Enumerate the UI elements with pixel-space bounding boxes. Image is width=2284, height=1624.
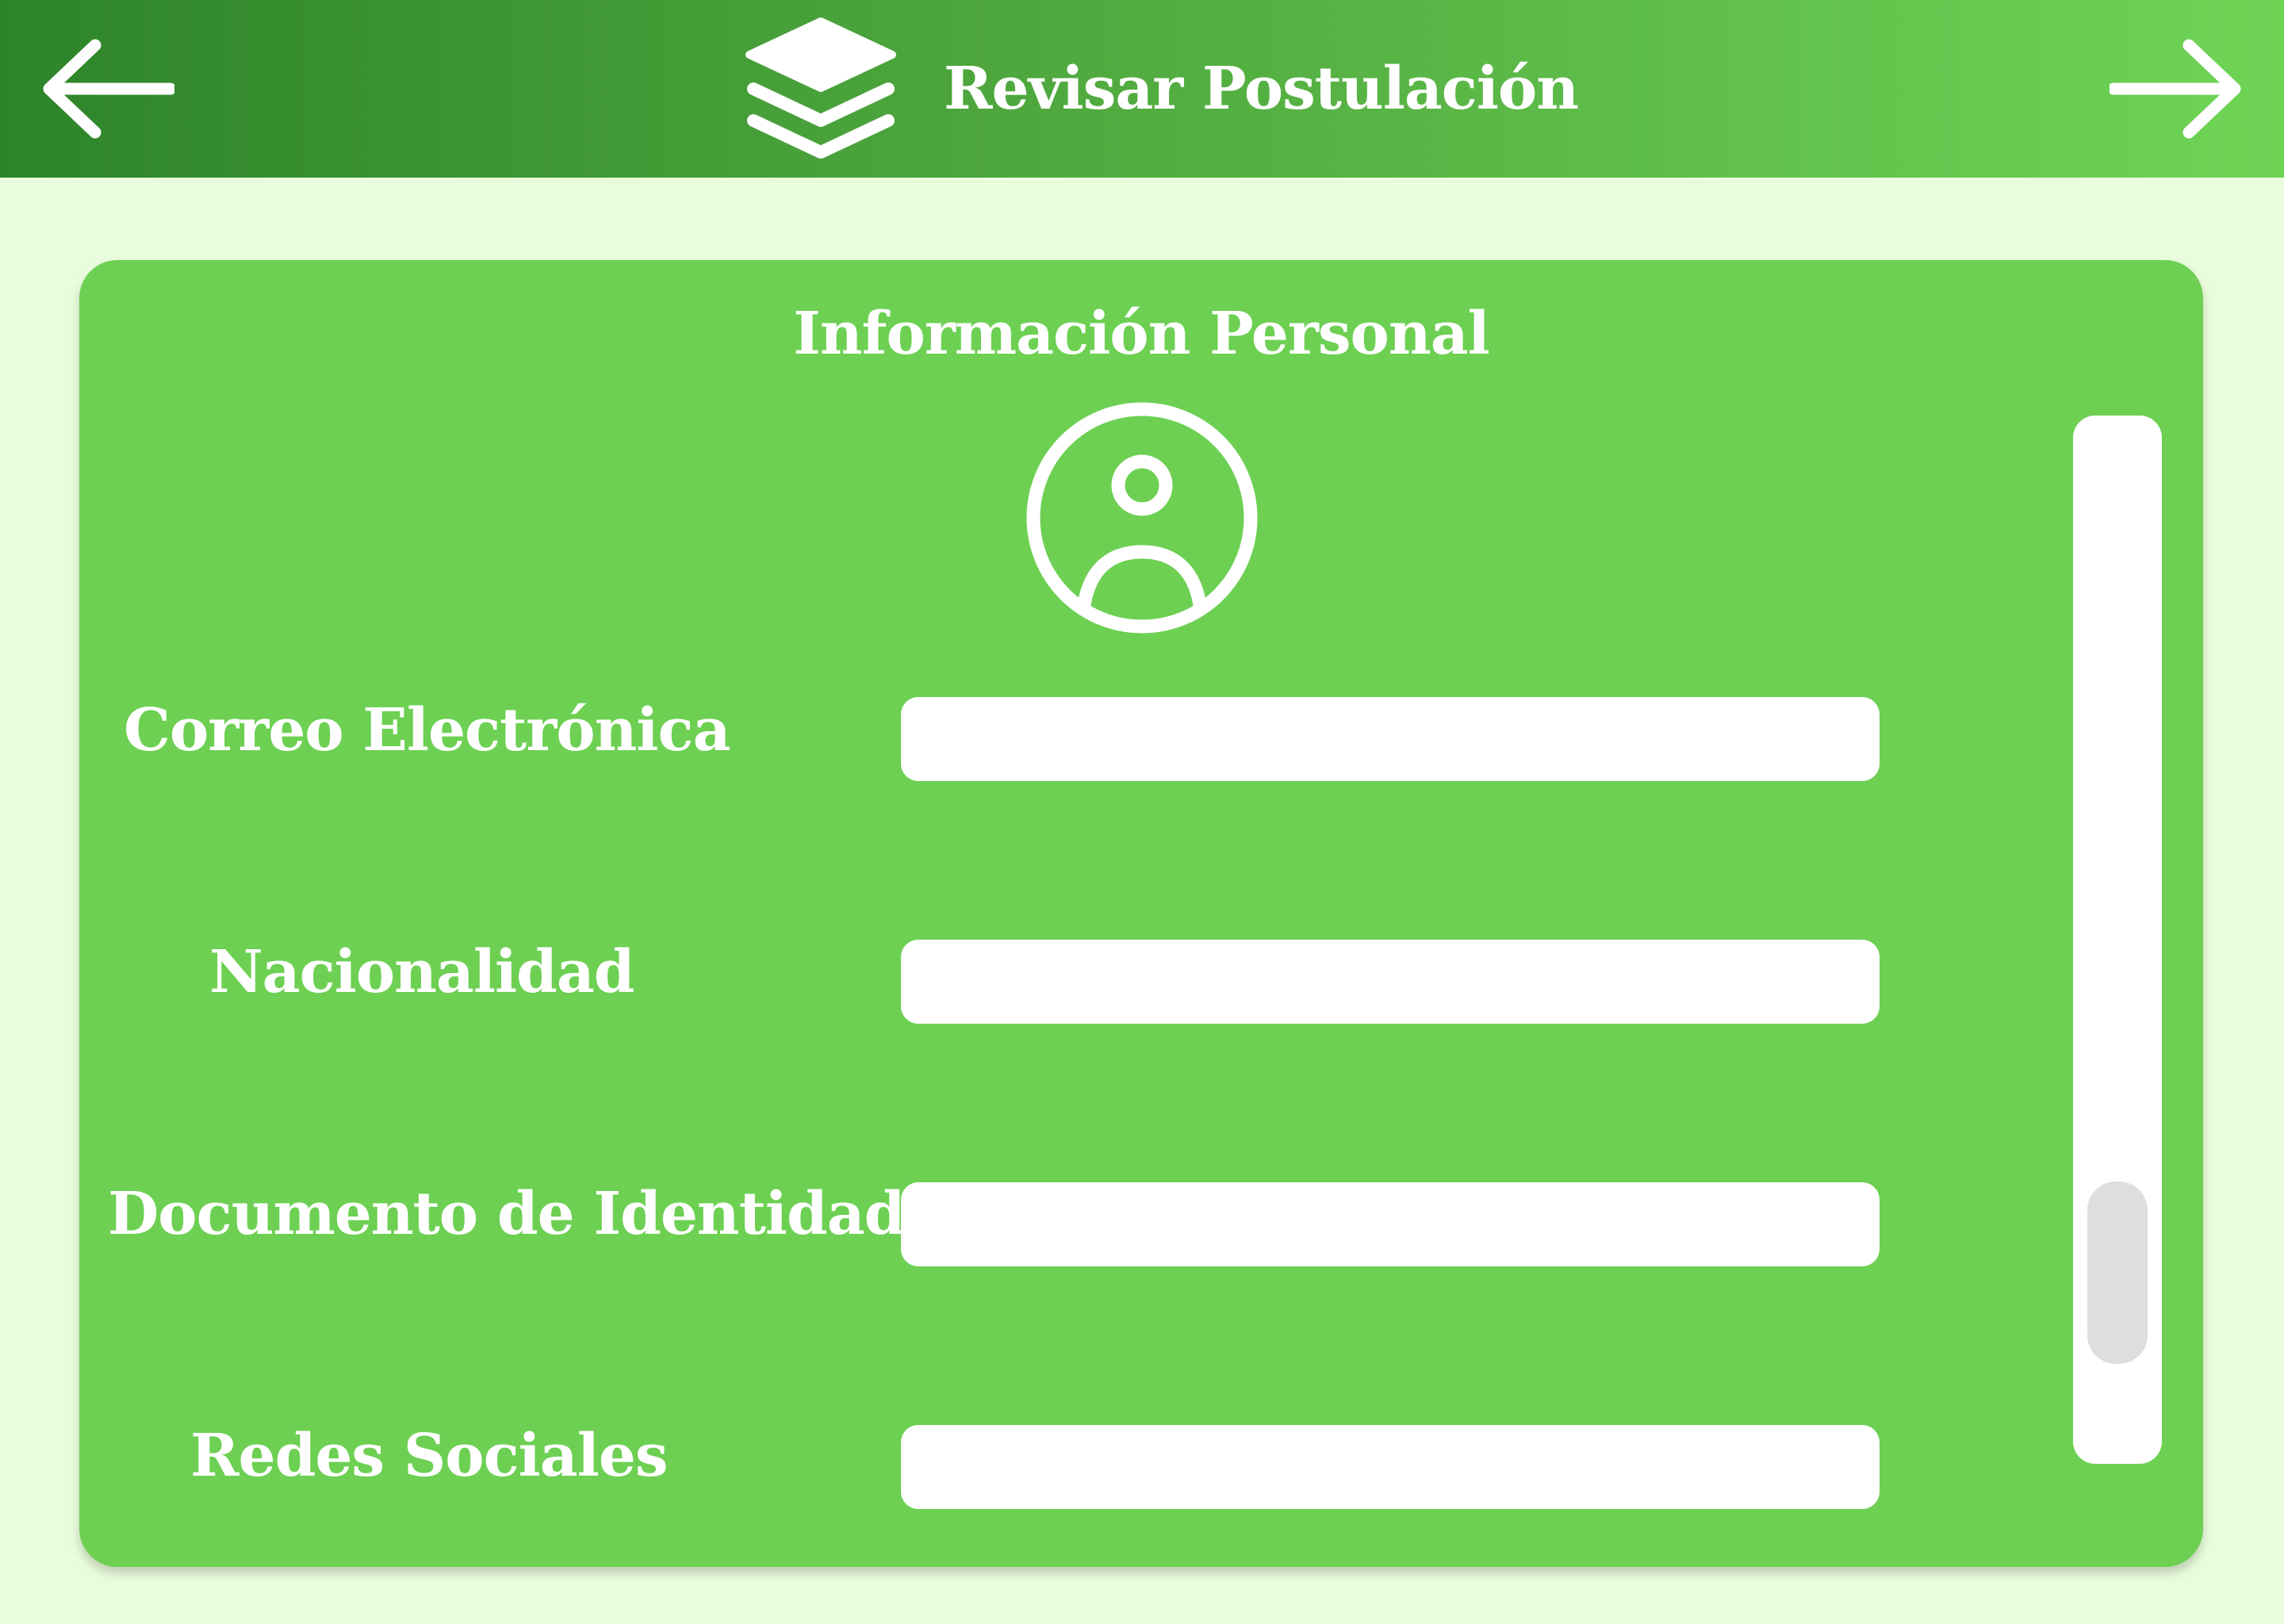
- social-networks-label: Redes Sociales: [190, 1422, 669, 1490]
- header-title-group: Revisar Postulación: [738, 0, 1579, 178]
- back-button[interactable]: [32, 17, 182, 160]
- nationality-label: Nacionalidad: [209, 938, 635, 1006]
- scrollbar-track[interactable]: [2073, 416, 2162, 1464]
- user-circle-icon: [1019, 395, 1265, 641]
- layers-icon: [738, 6, 904, 172]
- personal-info-card: Información Personal Correo Electrónica …: [79, 260, 2203, 1567]
- email-label: Correo Electrónica: [124, 696, 731, 764]
- email-field[interactable]: [901, 697, 1880, 781]
- arrow-right-icon: [2110, 39, 2241, 139]
- social-networks-field[interactable]: [901, 1425, 1880, 1509]
- arrow-left-icon: [43, 39, 174, 139]
- page-title: Revisar Postulación: [944, 55, 1579, 123]
- identity-document-field[interactable]: [901, 1182, 1880, 1266]
- identity-document-label: Documento de Identidad: [108, 1180, 905, 1248]
- nationality-field[interactable]: [901, 940, 1880, 1024]
- section-title: Información Personal: [793, 300, 1490, 368]
- scrollbar-thumb[interactable]: [2087, 1182, 2148, 1364]
- forward-button[interactable]: [2102, 17, 2252, 160]
- top-bar: Revisar Postulación: [0, 0, 2284, 178]
